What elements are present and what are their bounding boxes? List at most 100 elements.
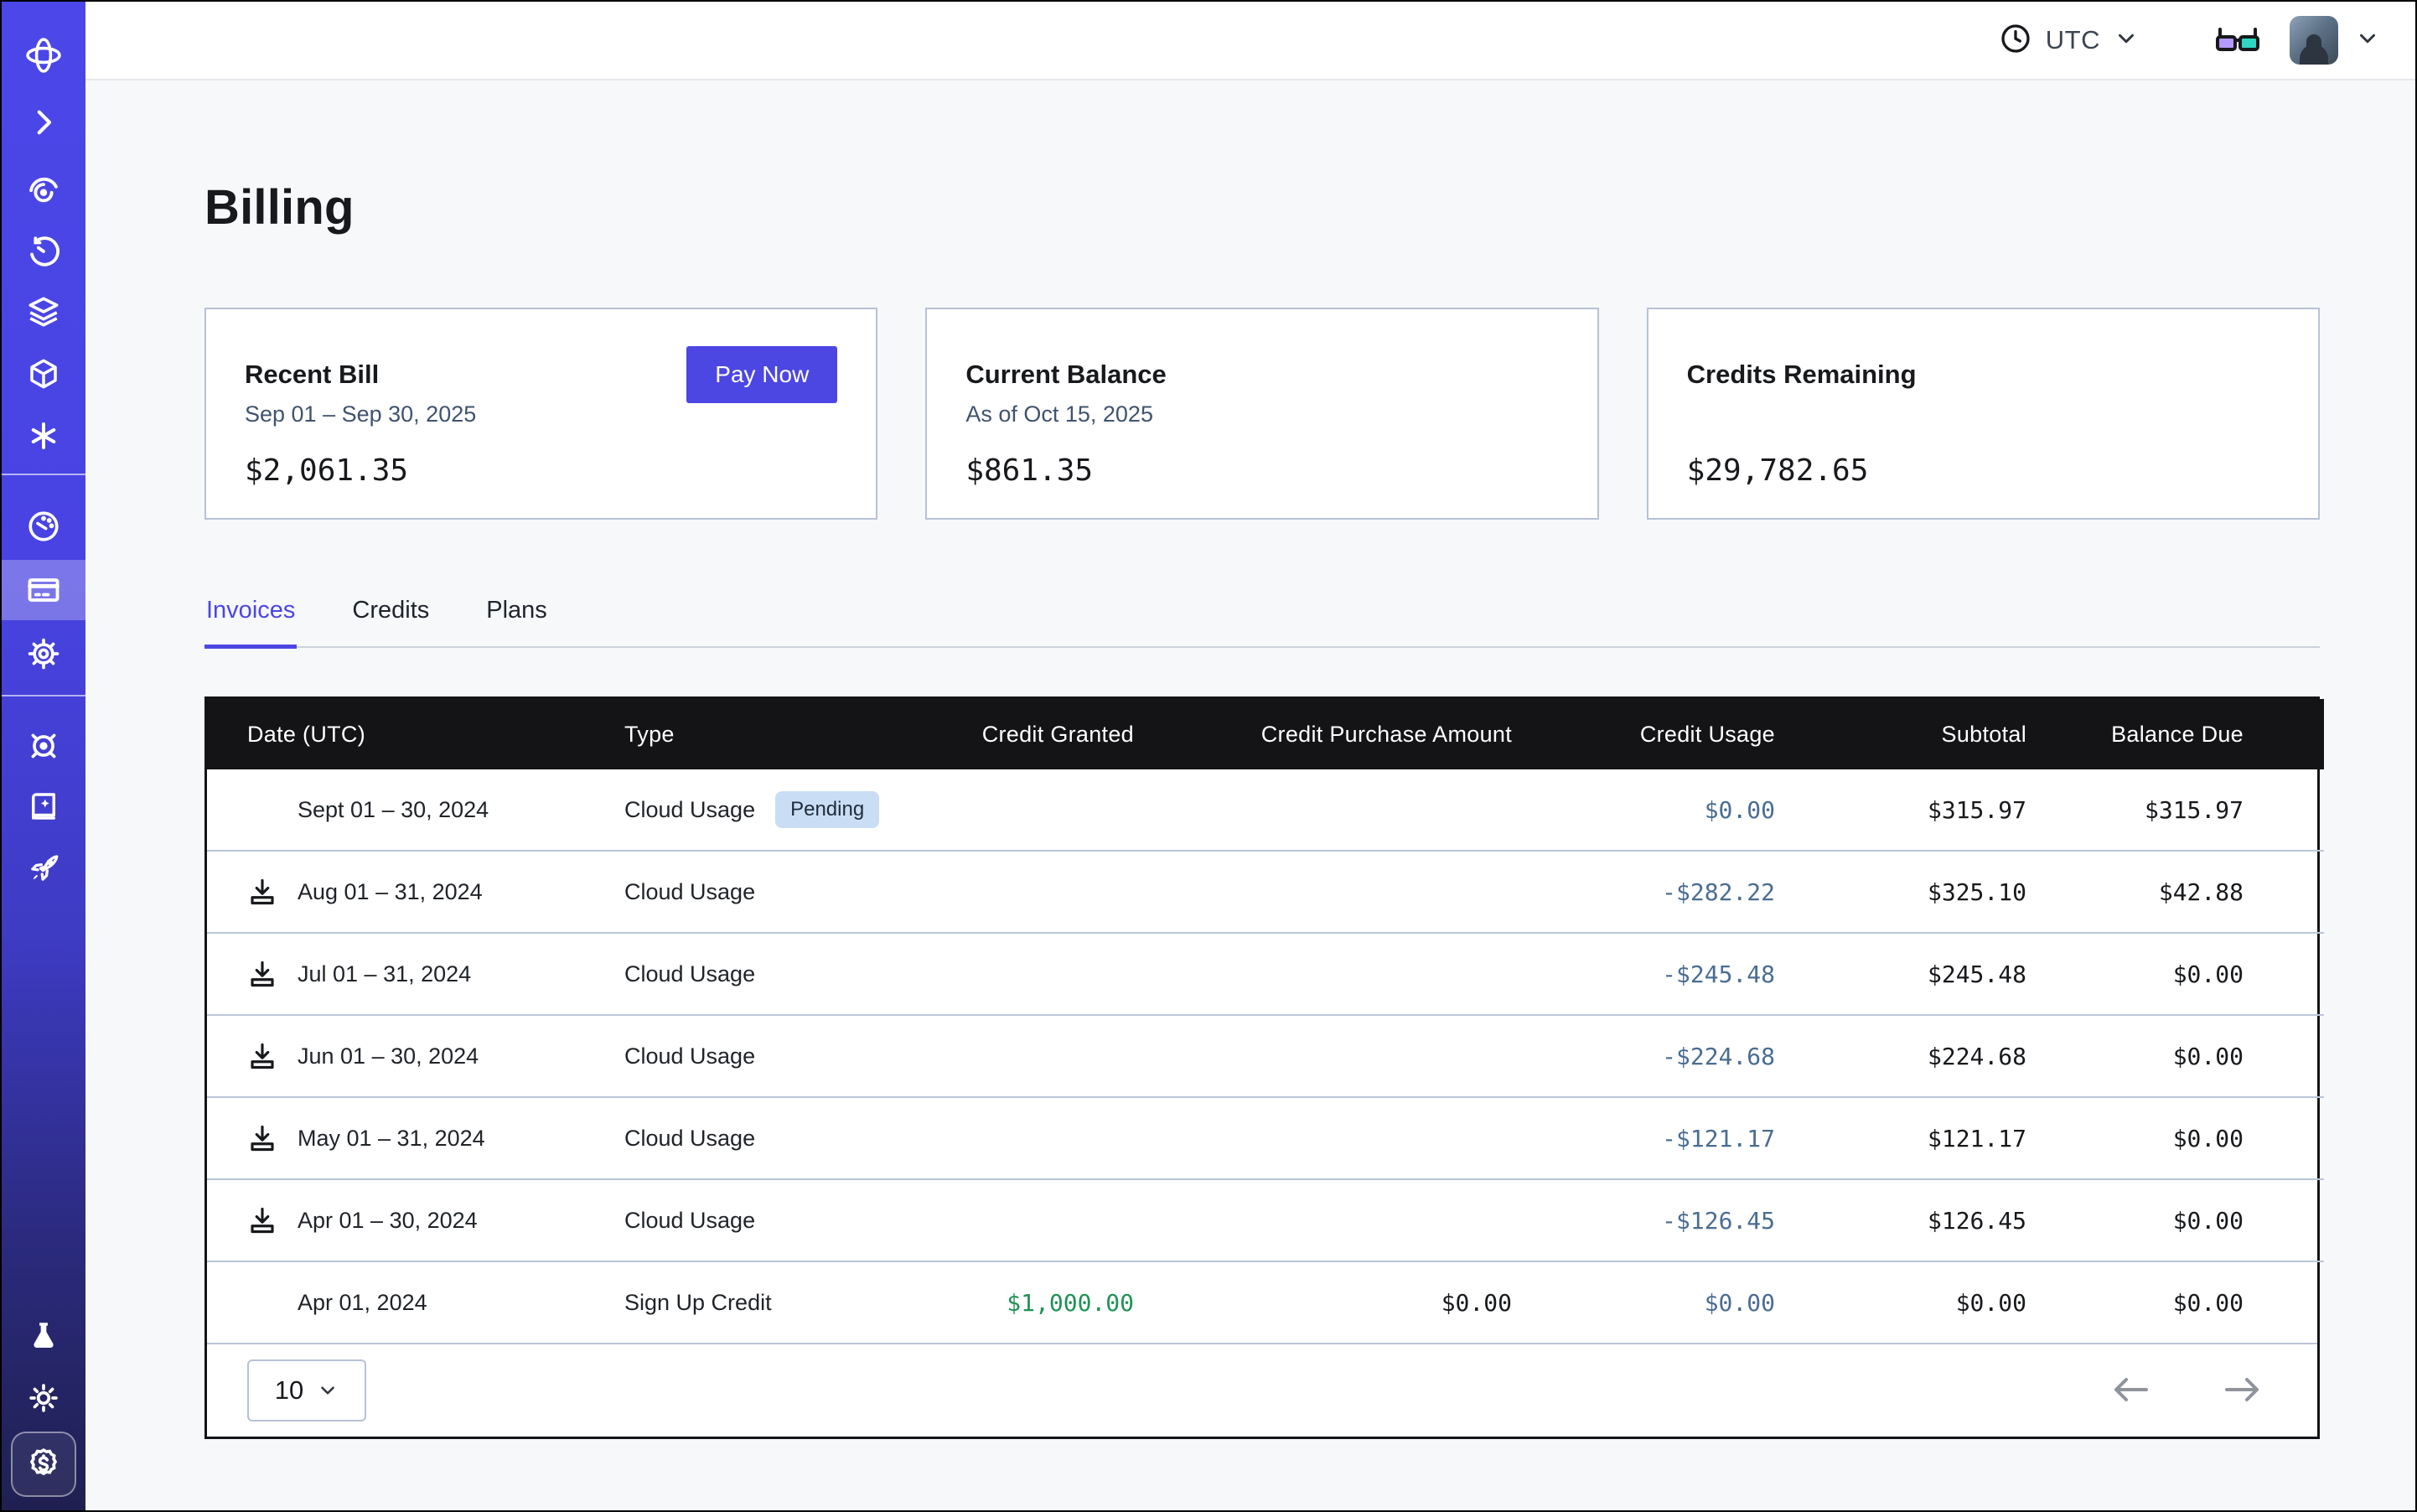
current-balance-card: Current Balance As of Oct 15, 2025 $861.… [925, 308, 1598, 520]
arrow-left-icon [2111, 1375, 2151, 1404]
flask-icon[interactable] [2, 1306, 85, 1366]
chevron-down-icon[interactable] [2355, 26, 2380, 55]
docs-book-icon[interactable] [2, 776, 85, 836]
invoice-row: Jul 01 – 31, 2024 Cloud Usage -$245.48 $… [207, 933, 2324, 1015]
sidebar-divider [2, 695, 85, 696]
credit-usage-value: -$282.22 [1512, 851, 1775, 933]
invoice-row: Aug 01 – 31, 2024 Cloud Usage -$282.22 $… [207, 851, 2324, 933]
credits-remaining-card: Credits Remaining $29,782.65 [1647, 308, 2320, 520]
invoice-type: Cloud Usage [624, 961, 755, 987]
balance-due-value: $315.97 [2026, 769, 2324, 851]
download-invoice-icon[interactable] [247, 1039, 279, 1073]
column-date: Date (UTC) [207, 699, 624, 769]
next-page-button[interactable] [2215, 1369, 2269, 1413]
user-avatar[interactable] [2290, 16, 2338, 65]
column-credit-granted: Credit Granted [936, 699, 1134, 769]
balance-due-value: $0.00 [2026, 1261, 2324, 1343]
invoice-date: Jul 01 – 31, 2024 [298, 961, 471, 987]
settings-gear-icon[interactable] [2, 624, 85, 684]
subtotal-value: $224.68 [1775, 1015, 2026, 1097]
credit-purchase-value [1134, 1179, 1512, 1261]
invoice-type: Cloud Usage [624, 879, 755, 905]
invoice-date: Jun 01 – 30, 2024 [298, 1043, 479, 1069]
download-invoice-icon[interactable] [247, 957, 279, 991]
main-content: Billing Recent Bill Sep 01 – Sep 30, 202… [85, 80, 2415, 1510]
invoice-table-body: Sept 01 – 30, 2024 Cloud Usage Pending $… [207, 769, 2324, 1343]
current-balance-amount: $861.35 [965, 453, 1558, 488]
sidebar-divider [2, 474, 85, 475]
timezone-selector[interactable]: UTC [1999, 22, 2139, 60]
sidebar-item-billing[interactable] [2, 560, 85, 620]
chevron-right-icon[interactable] [2, 92, 85, 153]
invoice-row: Sept 01 – 30, 2024 Cloud Usage Pending $… [207, 769, 2324, 851]
balance-due-value: $0.00 [2026, 933, 2324, 1015]
invoice-type: Cloud Usage [624, 1208, 755, 1234]
invoice-date: Aug 01 – 31, 2024 [298, 879, 483, 905]
observe-spiral-icon[interactable] [2, 161, 85, 221]
sidebar [2, 2, 85, 1510]
orbit-logo-icon[interactable] [2, 25, 85, 85]
table-footer: 10 [207, 1343, 2317, 1437]
credit-usage-value: $0.00 [1512, 1261, 1775, 1343]
download-invoice-icon[interactable] [247, 1204, 279, 1237]
credit-purchase-value: $0.00 [1134, 1261, 1512, 1343]
tab-plans[interactable]: Plans [484, 597, 549, 649]
recent-bill-card: Recent Bill Sep 01 – Sep 30, 2025 $2,061… [204, 308, 877, 520]
credit-granted-value [936, 1097, 1134, 1179]
column-balance-due: Balance Due [2026, 699, 2324, 769]
invoice-row: Apr 01, 2024 Sign Up Credit $1,000.00 $0… [207, 1261, 2324, 1343]
credit-usage-value: -$121.17 [1512, 1097, 1775, 1179]
arrow-right-icon [2222, 1375, 2262, 1404]
credit-usage-value: -$224.68 [1512, 1015, 1775, 1097]
sun-icon[interactable] [2, 1368, 85, 1428]
invoice-type: Sign Up Credit [624, 1290, 772, 1316]
invoice-row: Apr 01 – 30, 2024 Cloud Usage -$126.45 $… [207, 1179, 2324, 1261]
credit-purchase-value [1134, 851, 1512, 933]
invoice-date: May 01 – 31, 2024 [298, 1126, 485, 1152]
recent-bill-amount: $2,061.35 [245, 453, 837, 488]
credit-granted-value [936, 1179, 1134, 1261]
credit-usage-value: -$126.45 [1512, 1179, 1775, 1261]
download-invoice-icon[interactable] [247, 1121, 279, 1155]
credit-granted-value [936, 851, 1134, 933]
pay-now-button[interactable]: Pay Now [686, 346, 837, 403]
clock-icon [1999, 22, 2032, 60]
balance-due-value: $0.00 [2026, 1179, 2324, 1261]
topbar: UTC [85, 2, 2415, 80]
credit-granted-value [936, 1015, 1134, 1097]
invoice-date: Apr 01 – 30, 2024 [298, 1208, 478, 1234]
subtotal-value: $0.00 [1775, 1261, 2026, 1343]
reading-glasses-icon[interactable] [2214, 20, 2261, 61]
card-title: Credits Remaining [1687, 360, 2280, 390]
subtotal-value: $126.45 [1775, 1179, 2026, 1261]
tab-credits[interactable]: Credits [350, 597, 431, 649]
asterisk-icon[interactable] [2, 406, 85, 466]
card-title: Current Balance [965, 360, 1558, 390]
helm-wheel-icon[interactable] [2, 716, 85, 776]
rocket-icon[interactable] [2, 838, 85, 898]
cube-icon[interactable] [2, 344, 85, 404]
timezone-label: UTC [2046, 25, 2100, 55]
credit-purchase-value [1134, 769, 1512, 851]
credit-usage-value: -$245.48 [1512, 933, 1775, 1015]
invoice-date: Sept 01 – 30, 2024 [298, 797, 489, 823]
history-clock-icon[interactable] [2, 221, 85, 282]
credit-purchase-value [1134, 1015, 1512, 1097]
credits-remaining-amount: $29,782.65 [1687, 453, 2280, 488]
page-size-select[interactable]: 10 [247, 1359, 366, 1421]
card-subtitle: As of Oct 15, 2025 [965, 401, 1558, 428]
card-subtitle [1687, 401, 2280, 428]
invoice-row: May 01 – 31, 2024 Cloud Usage -$121.17 $… [207, 1097, 2324, 1179]
tab-invoices[interactable]: Invoices [204, 597, 297, 649]
dollar-badge-button[interactable] [11, 1432, 76, 1497]
status-badge: Pending [775, 791, 879, 828]
prev-page-button[interactable] [2104, 1369, 2158, 1413]
chevron-down-icon [317, 1380, 339, 1401]
download-invoice-icon[interactable] [247, 875, 279, 909]
gauge-icon[interactable] [2, 496, 85, 557]
page-title: Billing [204, 80, 2320, 236]
column-type: Type [624, 699, 936, 769]
balance-due-value: $0.00 [2026, 1097, 2324, 1179]
credit-purchase-value [1134, 933, 1512, 1015]
layers-icon[interactable] [2, 282, 85, 342]
